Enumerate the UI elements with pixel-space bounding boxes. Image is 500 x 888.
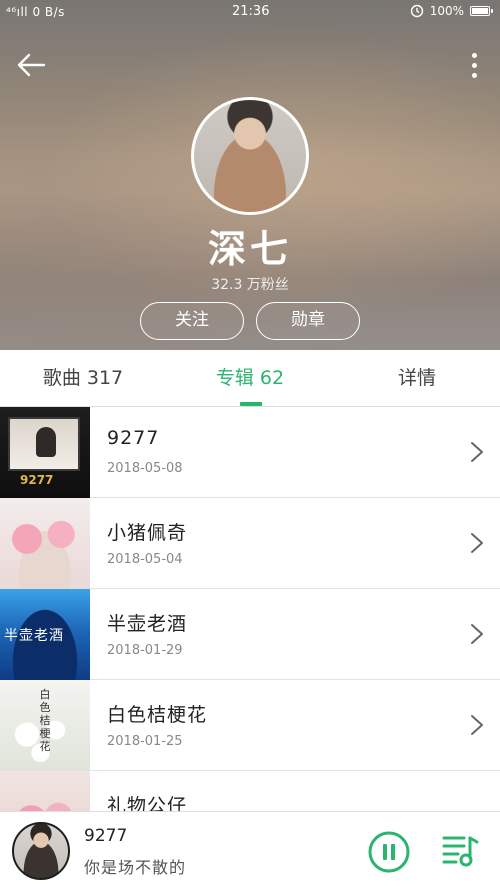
tab-albums[interactable]: 专辑 62: [166, 350, 334, 407]
more-vertical-icon: [471, 52, 477, 58]
status-bar: ⁴⁶ıll 0 B/s 21:36 100%: [0, 0, 500, 24]
tab-details[interactable]: 详情: [334, 350, 500, 407]
more-button[interactable]: [462, 48, 486, 82]
album-row[interactable]: 白色桔梗花 白色桔梗花 2018-01-25: [0, 680, 500, 771]
album-title: 礼物公仔: [107, 795, 188, 811]
album-row[interactable]: 半壶老酒 半壶老酒 2018-01-29: [0, 589, 500, 680]
alarm-icon: [410, 4, 423, 18]
tab-songs[interactable]: 歌曲 317: [0, 350, 166, 407]
album-cover: [0, 771, 90, 811]
battery-icon: [470, 6, 493, 16]
album-cover: 半壶老酒: [0, 589, 90, 680]
status-network: ⁴⁶ıll 0 B/s: [6, 5, 65, 19]
album-date: 2018-05-04: [107, 552, 183, 567]
follow-button[interactable]: 关注: [140, 302, 244, 340]
album-title: 半壶老酒: [107, 613, 188, 635]
fans-count: 32.3 万粉丝: [211, 277, 289, 293]
mini-player: 9277 你是场不散的: [0, 811, 500, 888]
status-right: 100%: [410, 4, 493, 18]
playlist-icon[interactable]: [440, 832, 480, 870]
chevron-right-icon: [471, 533, 483, 553]
album-date: 2018-01-29: [107, 643, 183, 658]
battery-percent: 100%: [429, 4, 464, 18]
album-cover: 9277: [0, 407, 90, 498]
artist-name: 深七: [207, 227, 292, 271]
album-cover-text: 9277: [20, 473, 54, 487]
active-tab-indicator: [240, 402, 262, 406]
album-date: 2018-05-08: [107, 461, 183, 476]
chevron-right-icon: [471, 715, 483, 735]
content-tabs: 歌曲 317 专辑 62 详情: [0, 350, 500, 407]
artist-header: ⁴⁶ıll 0 B/s 21:36 100% 深七 32.3 万粉丝 关注 勋章: [0, 0, 500, 350]
album-cover: [0, 498, 90, 589]
status-time: 21:36: [232, 4, 270, 19]
pause-icon[interactable]: [368, 831, 410, 873]
signal-text: ⁴⁶ıll: [6, 5, 29, 19]
album-row[interactable]: 小猪佩奇 2018-05-04: [0, 498, 500, 589]
arrow-left-icon: [17, 53, 46, 77]
album-title: 小猪佩奇: [107, 522, 188, 544]
album-title: 9277: [107, 427, 160, 449]
album-title: 白色桔梗花: [107, 704, 208, 726]
medal-button[interactable]: 勋章: [256, 302, 360, 340]
album-cover-text: 半壶老酒: [4, 628, 64, 644]
album-row[interactable]: 礼物公仔: [0, 771, 500, 811]
network-speed: 0 B/s: [32, 5, 65, 19]
chevron-right-icon: [471, 442, 483, 462]
album-date: 2018-01-25: [107, 734, 183, 749]
artist-avatar[interactable]: [191, 97, 309, 215]
album-row[interactable]: 9277 9277 2018-05-08: [0, 407, 500, 498]
album-cover: 白色桔梗花: [0, 680, 90, 771]
album-list: 9277 9277 2018-05-08 小猪佩奇 2018-05-04 半壶老…: [0, 407, 500, 811]
now-playing-subtitle[interactable]: 你是场不散的: [84, 854, 186, 878]
album-cover-text: 白色桔梗花: [39, 688, 51, 753]
chevron-right-icon: [471, 624, 483, 644]
now-playing-cover[interactable]: [12, 822, 70, 880]
back-button[interactable]: [14, 48, 48, 82]
now-playing-title[interactable]: 9277: [84, 826, 127, 846]
